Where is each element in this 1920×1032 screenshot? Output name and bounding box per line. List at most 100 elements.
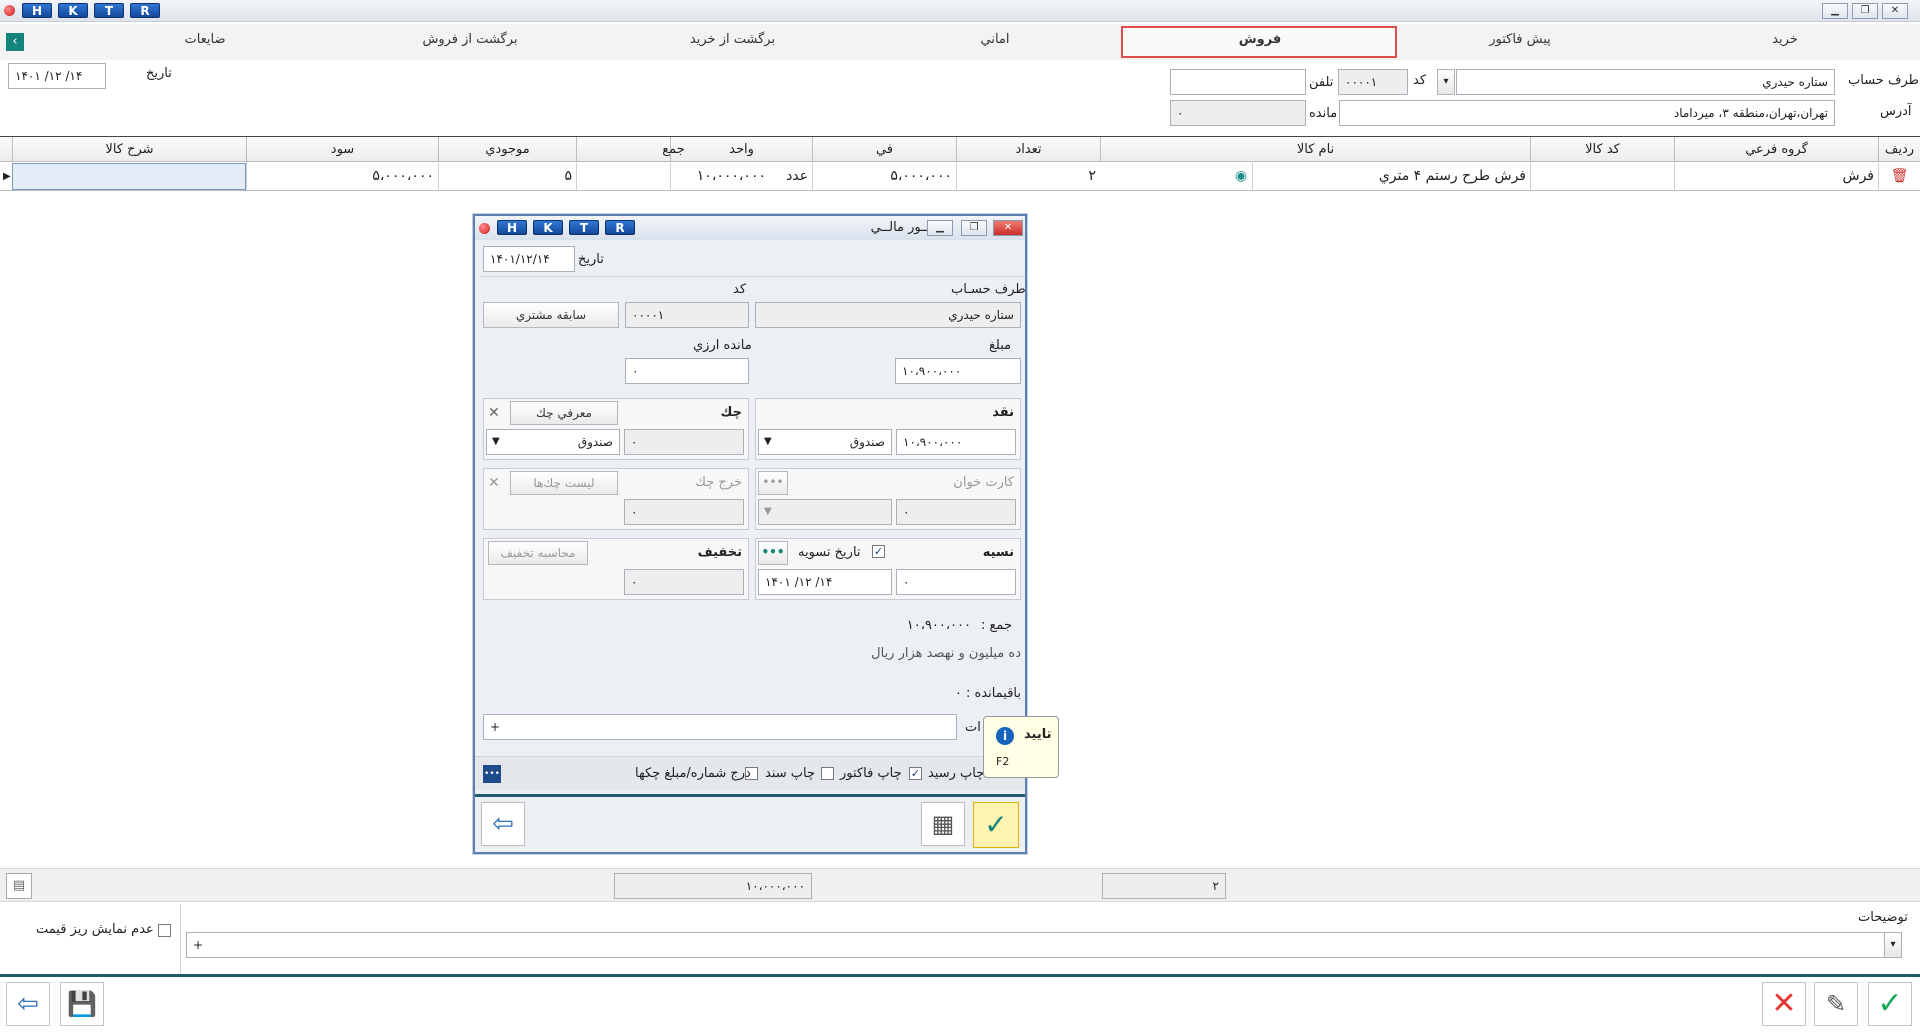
dialog-hk-r[interactable]: R [605, 220, 635, 235]
col-desc: شرح كالا [12, 137, 246, 162]
fx-balance-field[interactable]: ۰ [625, 358, 749, 384]
dialog-restore-icon[interactable]: ❐ [961, 220, 987, 236]
cell-stock: ۵ [438, 163, 576, 190]
amount-label: مبلغ [989, 338, 1012, 353]
tab-waste[interactable]: ضايعات [160, 32, 250, 47]
tab-proforma[interactable]: پيش فاكتور [1460, 32, 1580, 47]
discount-field[interactable]: ۰ [624, 569, 744, 595]
cardreader-panel: كارت خوان ••• ۰ ▼ [755, 468, 1021, 530]
cell-name[interactable]: فرش طرح رستم ۴ متري [1252, 163, 1530, 190]
date-field[interactable]: ۱۴۰۱ /۱۲ /۱۴ [8, 63, 106, 89]
tab-sell[interactable]: فروش [1150, 32, 1370, 47]
hide-price-label: عدم نمايش ريز قيمت [36, 922, 154, 937]
table-row[interactable]: 🗑 فرش فرش طرح رستم ۴ متري ◉ ۲ ۵،۰۰۰،۰۰۰ … [0, 163, 1920, 191]
cardreader-dropdown-icon[interactable]: ▼ [764, 506, 772, 517]
phone-field[interactable] [1170, 69, 1306, 95]
options-more-icon[interactable]: ••• [483, 765, 501, 783]
dialog-hk-k[interactable]: K [533, 220, 563, 235]
cheque-field[interactable]: ۰ [624, 429, 744, 455]
tooltip-title: تاييد [1024, 727, 1052, 742]
cardreader-more-icon[interactable]: ••• [758, 471, 788, 495]
tab-buy[interactable]: خريد [1730, 32, 1840, 47]
hk-h-button[interactable]: H [22, 3, 52, 18]
dialog-hk-t[interactable]: T [569, 220, 599, 235]
history-button[interactable]: سابقه مشتري [483, 302, 619, 328]
edit-icon[interactable]: ✎ [1814, 982, 1858, 1026]
hide-price-checkbox[interactable] [158, 924, 171, 937]
hk-t-button[interactable]: T [94, 3, 124, 18]
account-dropdown-icon[interactable]: ▾ [1437, 69, 1455, 95]
hk-r-button[interactable]: R [130, 3, 160, 18]
notes-field[interactable]: + [186, 932, 1902, 958]
cardreader-select[interactable] [758, 499, 892, 525]
notes-dropdown-icon[interactable]: ▾ [1884, 932, 1902, 958]
cheque-box-dropdown-icon[interactable]: ▼ [492, 436, 500, 447]
dialog-minimize-icon[interactable]: ▁ [927, 220, 953, 236]
insert-cheque-label: درج شماره/مبلغ چكها [635, 766, 751, 781]
cancel-icon[interactable]: ✕ [1762, 982, 1806, 1026]
close-window-icon[interactable]: ✕ [1882, 3, 1908, 19]
dialog-hk-h[interactable]: H [497, 220, 527, 235]
cash-box-select[interactable]: صندوق [758, 429, 892, 455]
tab-trust[interactable]: اماني [930, 32, 1060, 47]
eye-icon[interactable]: ◉ [1230, 163, 1252, 190]
main-exit-icon[interactable]: ⇦ [6, 982, 50, 1026]
cell-qty[interactable]: ۲ [956, 163, 1100, 190]
cheque-box-select[interactable]: صندوق [486, 429, 620, 455]
minimize-icon[interactable]: ▁ [1822, 3, 1848, 19]
cell-code[interactable] [1530, 163, 1674, 190]
amount-field[interactable]: ۱۰،۹۰۰،۰۰۰ [895, 358, 1021, 384]
chevron-left-icon[interactable]: ‹ [6, 33, 24, 51]
col-name: نام كالا [1100, 137, 1530, 162]
tab-return-sell[interactable]: برگشت از فروش [400, 32, 540, 47]
cardreader-field[interactable]: ۰ [896, 499, 1016, 525]
hk-k-button[interactable]: K [58, 3, 88, 18]
cash-box-dropdown-icon[interactable]: ▼ [764, 436, 772, 447]
col-qty: تعداد [956, 137, 1100, 162]
info-icon: i [996, 727, 1014, 745]
print-invoice-checkbox[interactable] [821, 767, 834, 780]
cell-price[interactable]: ۵،۰۰۰،۰۰۰ [812, 163, 956, 190]
cell-total: ۱۰،۰۰۰،۰۰۰ [576, 163, 770, 190]
cell-desc[interactable] [12, 163, 246, 190]
settle-date-checkbox[interactable]: ✓ [872, 545, 885, 558]
dialog-close-icon[interactable]: ✕ [993, 220, 1023, 236]
print-receipt-checkbox[interactable]: ✓ [909, 767, 922, 780]
exit-icon[interactable]: ⇦ [481, 802, 525, 846]
code-label: كد [1413, 73, 1427, 88]
cell-name-pad [1100, 163, 1230, 190]
credit-more-icon[interactable]: ••• [758, 541, 788, 565]
main-confirm-icon[interactable]: ✓ [1868, 982, 1912, 1026]
restore-icon[interactable]: ❐ [1852, 3, 1878, 19]
calendar-money-icon[interactable]: ▦ [921, 802, 965, 846]
dialog-close-dot-icon[interactable] [479, 223, 490, 234]
settle-date-label: تاريخ تسويه [798, 545, 861, 560]
address-field[interactable]: تهران،تهران،منطقه ۳، ميرداماد [1339, 100, 1835, 126]
account-field[interactable]: ستاره حيدري [1456, 69, 1835, 95]
close-dot-icon[interactable] [4, 5, 15, 16]
cell-group[interactable]: فرش [1674, 163, 1878, 190]
confirm-icon[interactable]: ✓ [973, 802, 1019, 848]
code-field[interactable]: ۰۰۰۰۱ [1338, 69, 1408, 95]
spend-cheque-field[interactable]: ۰ [624, 499, 744, 525]
grid-settings-icon[interactable]: ▤ [6, 873, 32, 899]
cheque-clear-icon[interactable]: ✕ [488, 405, 500, 421]
cheque-list-button[interactable]: ليست چك‌ها [510, 471, 618, 495]
credit-field[interactable]: ۰ [896, 569, 1016, 595]
col-row: رديف [1878, 137, 1920, 162]
spend-cheque-clear-icon[interactable]: ✕ [488, 475, 500, 491]
discount-panel: تخفيف محاسبه تخفيف ۰ [483, 538, 749, 600]
cheque-intro-button[interactable]: معرفي چك [510, 401, 618, 425]
tooltip-key: F2 [996, 755, 1010, 768]
credit-panel: نسيه ✓ تاريخ تسويه ••• ۰ ۱۴۰۱ /۱۲ /۱۴ [755, 538, 1021, 600]
save-schedule-icon[interactable]: 💾 [60, 982, 104, 1026]
phone-label: تلفن [1309, 75, 1334, 90]
trash-icon[interactable]: 🗑 [1878, 163, 1920, 190]
tab-return-buy[interactable]: برگشت از خريد [660, 32, 805, 47]
dialog-notes-field[interactable]: + [483, 714, 957, 740]
discount-calc-button[interactable]: محاسبه تخفيف [488, 541, 588, 565]
dialog-date-field[interactable]: ۱۴۰۱/۱۲/۱۴ [483, 246, 575, 272]
cash-field[interactable]: ۱۰،۹۰۰،۰۰۰ [896, 429, 1016, 455]
settle-date-field[interactable]: ۱۴۰۱ /۱۲ /۱۴ [758, 569, 892, 595]
options-bar: ••• چاپ رسيد ✓ چاپ فاكتور چاپ سند درج شم… [475, 756, 1025, 790]
